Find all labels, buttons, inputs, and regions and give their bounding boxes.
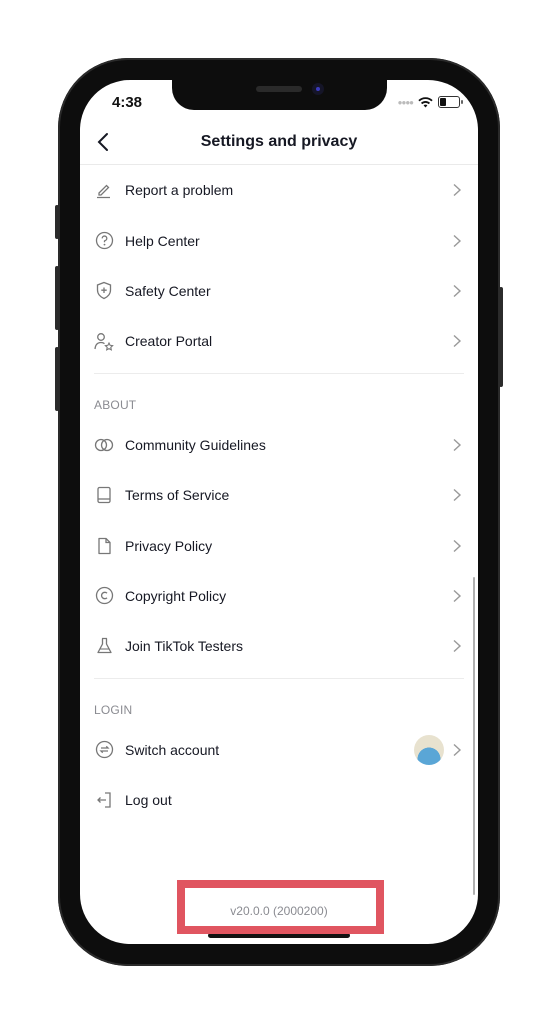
mute-switch [55, 205, 59, 239]
section-heading: LOGIN [94, 702, 133, 717]
chevron-right-icon [453, 438, 462, 451]
privacy-policy-item[interactable]: Privacy Policy [80, 520, 478, 570]
item-label: Privacy Policy [125, 537, 213, 554]
safety-center-item[interactable]: Safety Center [80, 266, 478, 316]
item-label: Community Guidelines [125, 436, 266, 453]
nav-header: Settings and privacy [80, 122, 478, 165]
screen: 4:38 ●●●● Settings and privacy Report a … [80, 80, 478, 944]
signal-icon: ●●●● [397, 97, 414, 107]
chevron-right-icon [453, 234, 462, 247]
chevron-right-icon [453, 743, 462, 756]
chevron-right-icon [453, 640, 462, 653]
page-title: Settings and privacy [200, 133, 358, 150]
switch-account-item[interactable]: Switch account [80, 725, 478, 775]
item-label: Help Center [125, 232, 200, 249]
document-icon [94, 536, 114, 556]
status-time: 4:38 [112, 94, 143, 111]
logout-icon [94, 790, 114, 810]
item-label: Copyright Policy [125, 587, 227, 604]
front-camera [312, 83, 324, 95]
question-circle-icon [94, 231, 114, 251]
app-version: v20.0.0 (2000200) [230, 904, 328, 918]
volume-down-button [55, 347, 59, 411]
log-out-item[interactable]: Log out [80, 775, 478, 825]
section-heading: ABOUT [94, 397, 137, 412]
copyright-icon [94, 586, 114, 606]
community-guidelines-item[interactable]: Community Guidelines [80, 420, 478, 470]
chevron-right-icon [453, 335, 462, 348]
account-avatar [414, 734, 444, 765]
report-problem-item[interactable]: Report a problem [80, 165, 478, 215]
chevron-right-icon [453, 539, 462, 552]
item-label: Report a problem [125, 182, 234, 199]
item-label: Join TikTok Testers [125, 638, 244, 655]
shield-plus-icon [94, 281, 114, 301]
copyright-policy-item[interactable]: Copyright Policy [80, 571, 478, 621]
settings-list: Report a problem Help Center Safety Cent… [80, 165, 478, 825]
chevron-right-icon [453, 184, 462, 197]
join-testers-item[interactable]: Join TikTok Testers [80, 621, 478, 671]
item-label: Safety Center [125, 282, 211, 299]
chevron-right-icon [453, 284, 462, 297]
status-icons: ●●●● [397, 96, 463, 108]
terms-of-service-item[interactable]: Terms of Service [80, 470, 478, 520]
speaker [256, 86, 302, 92]
item-label: Creator Portal [125, 333, 213, 350]
interlocked-circles-icon [94, 435, 114, 455]
switch-arrows-icon [94, 740, 114, 760]
home-indicator[interactable] [208, 933, 350, 938]
chevron-right-icon [453, 489, 462, 502]
book-icon [94, 485, 114, 505]
pencil-icon [94, 180, 114, 200]
login-section-header: LOGIN [80, 679, 478, 725]
power-button [499, 287, 503, 387]
person-star-icon [94, 331, 114, 351]
notch [172, 80, 387, 110]
wifi-icon [418, 96, 433, 108]
help-center-item[interactable]: Help Center [80, 215, 478, 265]
about-section-header: ABOUT [80, 374, 478, 420]
item-label: Switch account [125, 741, 220, 758]
item-label: Log out [125, 792, 172, 809]
scrollbar[interactable] [472, 577, 475, 895]
item-label: Terms of Service [125, 487, 230, 504]
chevron-right-icon [453, 589, 462, 602]
battery-icon [438, 96, 463, 108]
volume-up-button [55, 266, 59, 330]
flask-icon [94, 636, 114, 656]
creator-portal-item[interactable]: Creator Portal [80, 316, 478, 366]
